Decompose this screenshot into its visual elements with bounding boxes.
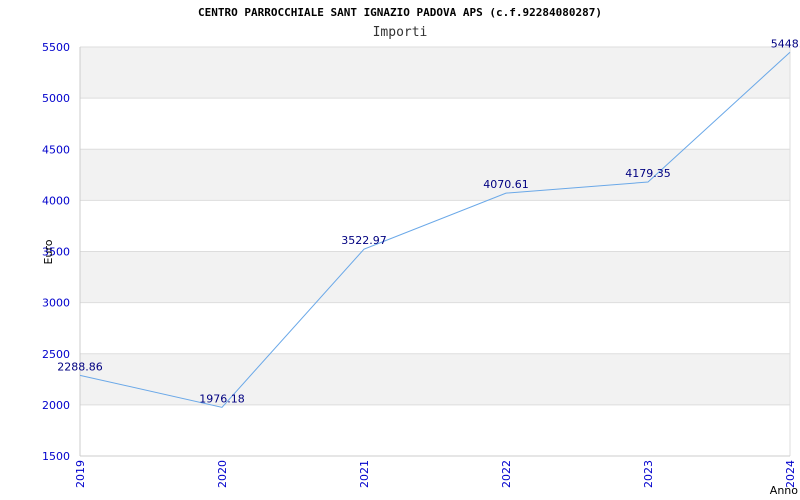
x-tick-labels: 2019 2020 2021 2022 2023 2024 <box>74 460 797 488</box>
data-label: 4179.35 <box>625 167 671 180</box>
background-band <box>80 353 790 405</box>
x-tick-label: 2023 <box>642 460 655 488</box>
x-tick-label: 2020 <box>216 460 229 488</box>
x-tick-label: 2022 <box>500 460 513 488</box>
y-tick-label: 1500 <box>42 450 70 463</box>
y-tick-label: 5500 <box>42 41 70 54</box>
x-tick-label: 2021 <box>358 460 371 488</box>
data-label: 5448.5 <box>771 37 800 50</box>
background-band <box>80 47 790 99</box>
y-tick-label: 2500 <box>42 348 70 361</box>
data-label: 2288.86 <box>57 360 103 373</box>
y-tick-label: 4000 <box>42 194 70 207</box>
data-label: 3522.97 <box>341 234 387 247</box>
x-axis-title: Anno <box>770 484 798 497</box>
data-label: 4070.61 <box>483 178 529 191</box>
y-tick-label: 2000 <box>42 399 70 412</box>
data-label: 1976.18 <box>199 392 245 405</box>
background-band <box>80 149 790 201</box>
y-axis-title: Euro <box>42 239 55 264</box>
background-band <box>80 251 790 303</box>
line-chart: 150020002500300035004000450050005500 201… <box>42 37 800 497</box>
y-tick-label: 5000 <box>42 92 70 105</box>
background-bands <box>80 47 790 405</box>
y-tick-label: 3000 <box>42 297 70 310</box>
y-tick-label: 4500 <box>42 143 70 156</box>
x-tick-label: 2019 <box>74 460 87 488</box>
